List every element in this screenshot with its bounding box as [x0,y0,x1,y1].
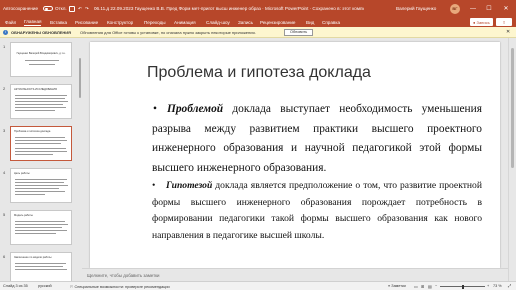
thumbnail-item[interactable]: 6 Заключение по модели работы [0,252,78,281]
thumbnail-slide-6[interactable]: Заключение по модели работы [10,252,72,281]
thumbnail-item[interactable]: 3 Проблема и гипотеза доклада [0,126,78,162]
tab-draw[interactable]: Рисование [75,18,98,26]
notification-title: ОБНАРУЖЕНЫ ОБНОВЛЕНИЯ [11,30,71,35]
tab-animations[interactable]: Анимация [174,18,196,26]
thumbnail-title: Гаущенко Валерий Владимирович, д.т.н. [16,52,66,55]
thumbnail-item[interactable]: 1 Гаущенко Валерий Владимирович, д.т.н. [0,42,78,78]
bullet-marker: • [152,180,156,191]
status-bar: Слайд 3 из 35 русский ⚐ Специальные возм… [0,281,516,290]
close-icon[interactable]: ✕ [499,0,513,17]
tab-review[interactable]: Рецензирование [260,18,295,26]
tab-home[interactable]: Главная [24,18,42,26]
thumbnail-item[interactable]: 2 АКТУАЛЬНОСТЬ ИССЛЕДОВАНИЯ [0,84,78,120]
zoom-level[interactable]: 73 % [493,284,502,288]
slide-thumbnails-panel: 1 Гаущенко Валерий Владимирович, д.т.н. … [0,38,78,281]
maximize-icon[interactable]: ☐ [482,0,496,17]
accessibility-label: Специальные возможности: проверьте реком… [74,285,170,290]
reading-view-icon[interactable]: ▤ [428,284,432,289]
notes-button-label: Заметки [391,284,406,289]
fit-slide-icon[interactable]: ⤢ [508,284,511,288]
notes-pane[interactable]: Щелкните, чтобы добавить заметки [82,268,508,281]
slide-counter: Слайд 3 из 35 [3,284,28,289]
thumbnail-number: 2 [3,86,6,91]
thumbnail-number: 4 [3,170,6,175]
document-title: 06.11.д 22.09.2023 Гаущенко В.В. Пред Фо… [94,6,364,11]
slide-paragraph-hypothesis[interactable]: • Гипотезой доклада является предположени… [152,178,482,244]
save-icon[interactable] [69,0,75,17]
zoom-in-icon[interactable]: + [487,284,489,288]
thumbnail-title: Модель работы [14,214,33,217]
close-icon[interactable]: ✕ [506,29,510,35]
slide-title[interactable]: Проблема и гипотеза доклада [147,64,371,82]
slide-scrollbar[interactable] [508,38,516,281]
thumbnail-title: Заключение по модели работы [14,256,52,259]
tab-transitions[interactable]: Переходы [144,18,166,26]
bullet-marker: • [153,103,157,115]
thumbnail-title: АКТУАЛЬНОСТЬ ИССЛЕДОВАНИЯ [14,88,57,91]
zoom-out-icon[interactable]: − [435,284,437,288]
thumbnail-number: 5 [3,212,6,217]
ribbon-tabs: Файл Главная Вставка Рисование Конструкт… [0,17,516,27]
update-button[interactable]: Обновить [284,28,314,36]
notes-button[interactable]: ≡ Заметки [388,284,406,288]
accessibility-status[interactable]: ⚐ Специальные возможности: проверьте рек… [70,284,170,289]
info-icon: i [3,29,8,35]
tab-file[interactable]: Файл [5,18,16,26]
tab-slideshow[interactable]: Слайд-шоу [206,18,230,26]
slide-paragraph-problem[interactable]: • Проблемой доклада выступает необходимос… [152,100,482,178]
share-button[interactable]: ⇪ [496,18,512,26]
minimize-icon[interactable]: — [466,0,480,17]
thumbnail-number: 1 [3,44,6,49]
slide-canvas[interactable]: Проблема и гипотеза доклада • Проблемой д… [90,42,500,268]
thumbnail-slide-2[interactable]: АКТУАЛЬНОСТЬ ИССЛЕДОВАНИЯ [10,84,72,119]
tab-help[interactable]: Справка [322,18,340,26]
record-button[interactable]: ● Запись [470,18,493,26]
thumbnail-slide-5[interactable]: Модель работы [10,210,72,245]
tab-insert[interactable]: Вставка [50,18,67,26]
language-indicator[interactable]: русский [38,284,52,288]
notes-placeholder: Щелкните, чтобы добавить заметки [87,272,160,278]
notification-message: Обновления для Office готовы к установке… [80,30,256,35]
thumbnail-slide-4[interactable]: Цель работы [10,168,72,203]
thumbnails-scrollbar[interactable] [78,38,82,281]
tab-design[interactable]: Конструктор [107,18,133,26]
zoom-slider-handle[interactable] [462,284,464,289]
thumbnail-item[interactable]: 4 Цель работы [0,168,78,204]
autosave-toggle[interactable]: Откл. [40,0,67,17]
thumbnail-number: 3 [3,128,6,133]
thumbnail-number: 6 [3,254,6,259]
avatar[interactable]: ВГ [450,3,460,14]
problem-term: Проблемой [167,103,224,115]
normal-view-icon[interactable]: ▭ [414,284,418,289]
tab-view[interactable]: Вид [306,18,314,26]
hypothesis-term: Гипотезой [166,180,213,191]
update-notification: i ОБНАРУЖЕНЫ ОБНОВЛЕНИЯ Обновления для O… [0,27,516,38]
thumbnail-slide-3[interactable]: Проблема и гипотеза доклада [10,126,72,161]
thumbnail-slide-1[interactable]: Гаущенко Валерий Владимирович, д.т.н. [10,42,72,77]
tab-record[interactable]: Запись [238,18,253,26]
title-bar: Автосохранение Откл. ↶ ↷ 06.11.д 22.09.2… [0,0,516,17]
autosave-toggle-label: Откл. [55,6,67,11]
sorter-view-icon[interactable]: ⊞ [421,284,424,289]
redo-icon[interactable]: ↷ [85,0,89,17]
undo-icon[interactable]: ↶ [78,0,82,17]
thumbnail-item[interactable]: 5 Модель работы [0,210,78,246]
autosave-label: Автосохранение [3,6,39,11]
thumbnail-title: Проблема и гипотеза доклада [14,130,51,133]
thumbnail-title: Цель работы [14,172,30,175]
user-name[interactable]: Валерий Гаущенко [396,0,436,17]
